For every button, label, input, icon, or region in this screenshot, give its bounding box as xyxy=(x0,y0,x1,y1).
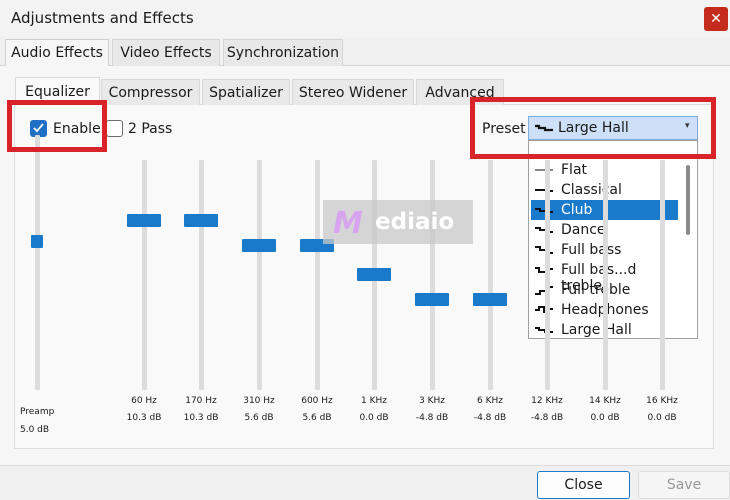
preset-curve-icon xyxy=(535,208,553,213)
band-value-label: 0.0 dB xyxy=(359,413,389,423)
save-button[interactable]: Save xyxy=(638,471,730,499)
band-value-label: 0.0 dB xyxy=(647,413,677,423)
band-value-label: 10.3 dB xyxy=(183,413,219,423)
slider-handle[interactable] xyxy=(127,214,161,228)
preset-dropdown-list[interactable]: Flat Classical Club Dance Full bass Full bas.… xyxy=(528,158,698,339)
band-value-label: -4.8 dB xyxy=(530,413,564,423)
preset-item-label: Classical xyxy=(561,182,622,198)
highlight-box-enable xyxy=(7,100,107,152)
dropdown-scrollbar[interactable] xyxy=(686,165,690,235)
highlight-box-preset xyxy=(470,97,716,159)
watermark-logo: M ediaio xyxy=(323,200,473,244)
preset-curve-icon xyxy=(535,327,553,333)
band-frequency-label: 6 KHz xyxy=(477,396,503,406)
tab-compressor[interactable]: Compressor xyxy=(101,79,200,105)
slider-track[interactable] xyxy=(660,160,665,390)
slider-track[interactable] xyxy=(430,160,435,390)
window-close-icon[interactable]: ✕ xyxy=(704,7,728,31)
two-pass-label: 2 Pass xyxy=(128,121,173,137)
band-frequency-label: 12 KHz xyxy=(531,396,563,406)
preset-curve-icon xyxy=(535,246,553,254)
tab-audio-effects[interactable]: Audio Effects xyxy=(5,39,109,66)
watermark-mark: M xyxy=(333,206,363,241)
band-value-label: 5.6 dB xyxy=(244,413,274,423)
close-button[interactable]: Close xyxy=(537,471,630,499)
slider-track[interactable] xyxy=(257,160,262,390)
preset-item-label: Full bass xyxy=(561,242,622,258)
title-bar: Adjustments and Effects ✕ xyxy=(0,0,730,38)
preset-item-label: Large Hall xyxy=(561,322,632,338)
two-pass-checkbox[interactable] xyxy=(106,120,123,137)
band-frequency-label: 60 Hz xyxy=(131,396,157,406)
tab-video-effects[interactable]: Video Effects xyxy=(112,39,220,66)
preset-curve-icon xyxy=(535,227,553,233)
slider-handle[interactable] xyxy=(473,292,507,306)
slider-track[interactable] xyxy=(488,160,493,390)
slider-track[interactable] xyxy=(199,160,204,390)
preset-curve-icon xyxy=(535,306,553,313)
band-value-label: 5.6 dB xyxy=(302,413,332,423)
slider-track[interactable] xyxy=(142,160,147,390)
band-frequency-label: 16 KHz xyxy=(646,396,678,406)
slider-handle[interactable] xyxy=(31,235,43,248)
band-value-label: -4.8 dB xyxy=(473,413,507,423)
band-frequency-label: 3 KHz xyxy=(419,396,445,406)
preset-curve-icon xyxy=(535,169,553,171)
preset-curve-icon xyxy=(535,286,553,295)
preset-curve-icon xyxy=(535,189,553,192)
slider-track[interactable] xyxy=(545,160,550,390)
tab-synchronization[interactable]: Synchronization xyxy=(223,39,343,66)
band-frequency-label: 1 KHz xyxy=(361,396,387,406)
preset-item-label: Flat xyxy=(561,162,588,178)
band-value-label: 0.0 dB xyxy=(590,413,620,423)
slider-handle[interactable] xyxy=(242,238,276,252)
slider-track[interactable] xyxy=(603,160,608,390)
band-frequency-label: 600 Hz xyxy=(301,396,333,406)
tab-stereo-widener[interactable]: Stereo Widener xyxy=(292,79,414,105)
window-title: Adjustments and Effects xyxy=(11,9,194,27)
slider-track[interactable] xyxy=(35,135,40,390)
band-frequency-label: 170 Hz xyxy=(185,396,217,406)
slider-track[interactable] xyxy=(315,160,320,390)
slider-handle[interactable] xyxy=(357,268,391,281)
preset-item-label: Dance xyxy=(561,222,606,238)
band-value-label: 10.3 dB xyxy=(126,413,162,423)
preset-item-label: Full treble xyxy=(561,282,631,298)
band-frequency-label: 14 KHz xyxy=(589,396,621,406)
slider-handle[interactable] xyxy=(184,214,218,228)
tab-spatializer[interactable]: Spatializer xyxy=(202,79,290,105)
band-value-label: 5.0 dB xyxy=(20,425,50,435)
watermark-text: ediaio xyxy=(375,209,455,235)
preset-curve-icon xyxy=(535,267,553,273)
preset-item-label: Club xyxy=(561,202,593,218)
slider-handle[interactable] xyxy=(415,292,449,306)
band-frequency-label: Preamp xyxy=(20,407,55,417)
band-value-label: -4.8 dB xyxy=(415,413,449,423)
band-frequency-label: 310 Hz xyxy=(243,396,275,406)
